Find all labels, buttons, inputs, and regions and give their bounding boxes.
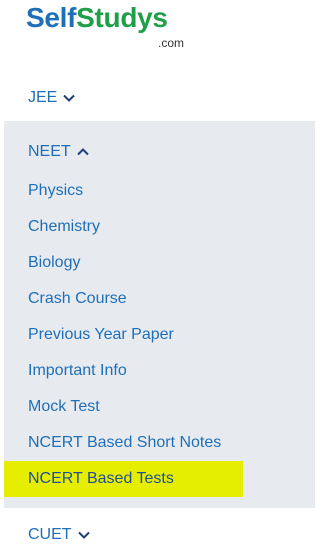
logo-text-self: Self <box>26 2 77 33</box>
header: SelfStudys .com <box>0 0 315 64</box>
neet-submenu-panel: NEET Physics Chemistry Biology Crash Cou… <box>4 121 315 508</box>
submenu-item-ncert-short-notes[interactable]: NCERT Based Short Notes <box>4 425 315 461</box>
submenu-item-ncert-based-tests[interactable]: NCERT Based Tests <box>4 461 243 497</box>
logo-domain-suffix: .com <box>158 36 185 50</box>
submenu-item-chemistry[interactable]: Chemistry <box>4 209 315 245</box>
submenu-item-important-info[interactable]: Important Info <box>4 353 315 389</box>
chevron-up-icon <box>76 148 89 156</box>
chevron-down-icon <box>63 94 76 102</box>
menu-item-jee[interactable]: JEE <box>28 88 76 108</box>
menu-item-neet-label: NEET <box>28 143 71 160</box>
menu-item-jee-label: JEE <box>28 89 58 106</box>
neet-submenu-list: Physics Chemistry Biology Crash Course P… <box>4 173 315 497</box>
submenu-item-crash-course[interactable]: Crash Course <box>4 281 315 317</box>
menu-item-neet[interactable]: NEET <box>28 143 89 161</box>
submenu-item-biology[interactable]: Biology <box>4 245 315 281</box>
menu-item-cuet[interactable]: CUET <box>28 526 90 544</box>
submenu-item-physics[interactable]: Physics <box>4 173 315 209</box>
menu-item-cuet-label: CUET <box>28 526 72 543</box>
chevron-down-icon <box>77 531 90 539</box>
submenu-item-previous-year-paper[interactable]: Previous Year Paper <box>4 317 315 353</box>
mobile-menu-page: SelfStudys .com JEE NEET Physics Chemist… <box>0 0 315 549</box>
selfstudys-logo[interactable]: SelfStudys .com <box>26 2 196 50</box>
logo-text: SelfStudys <box>26 2 168 34</box>
submenu-item-mock-test[interactable]: Mock Test <box>4 389 315 425</box>
logo-text-studys: Studys <box>76 2 168 33</box>
